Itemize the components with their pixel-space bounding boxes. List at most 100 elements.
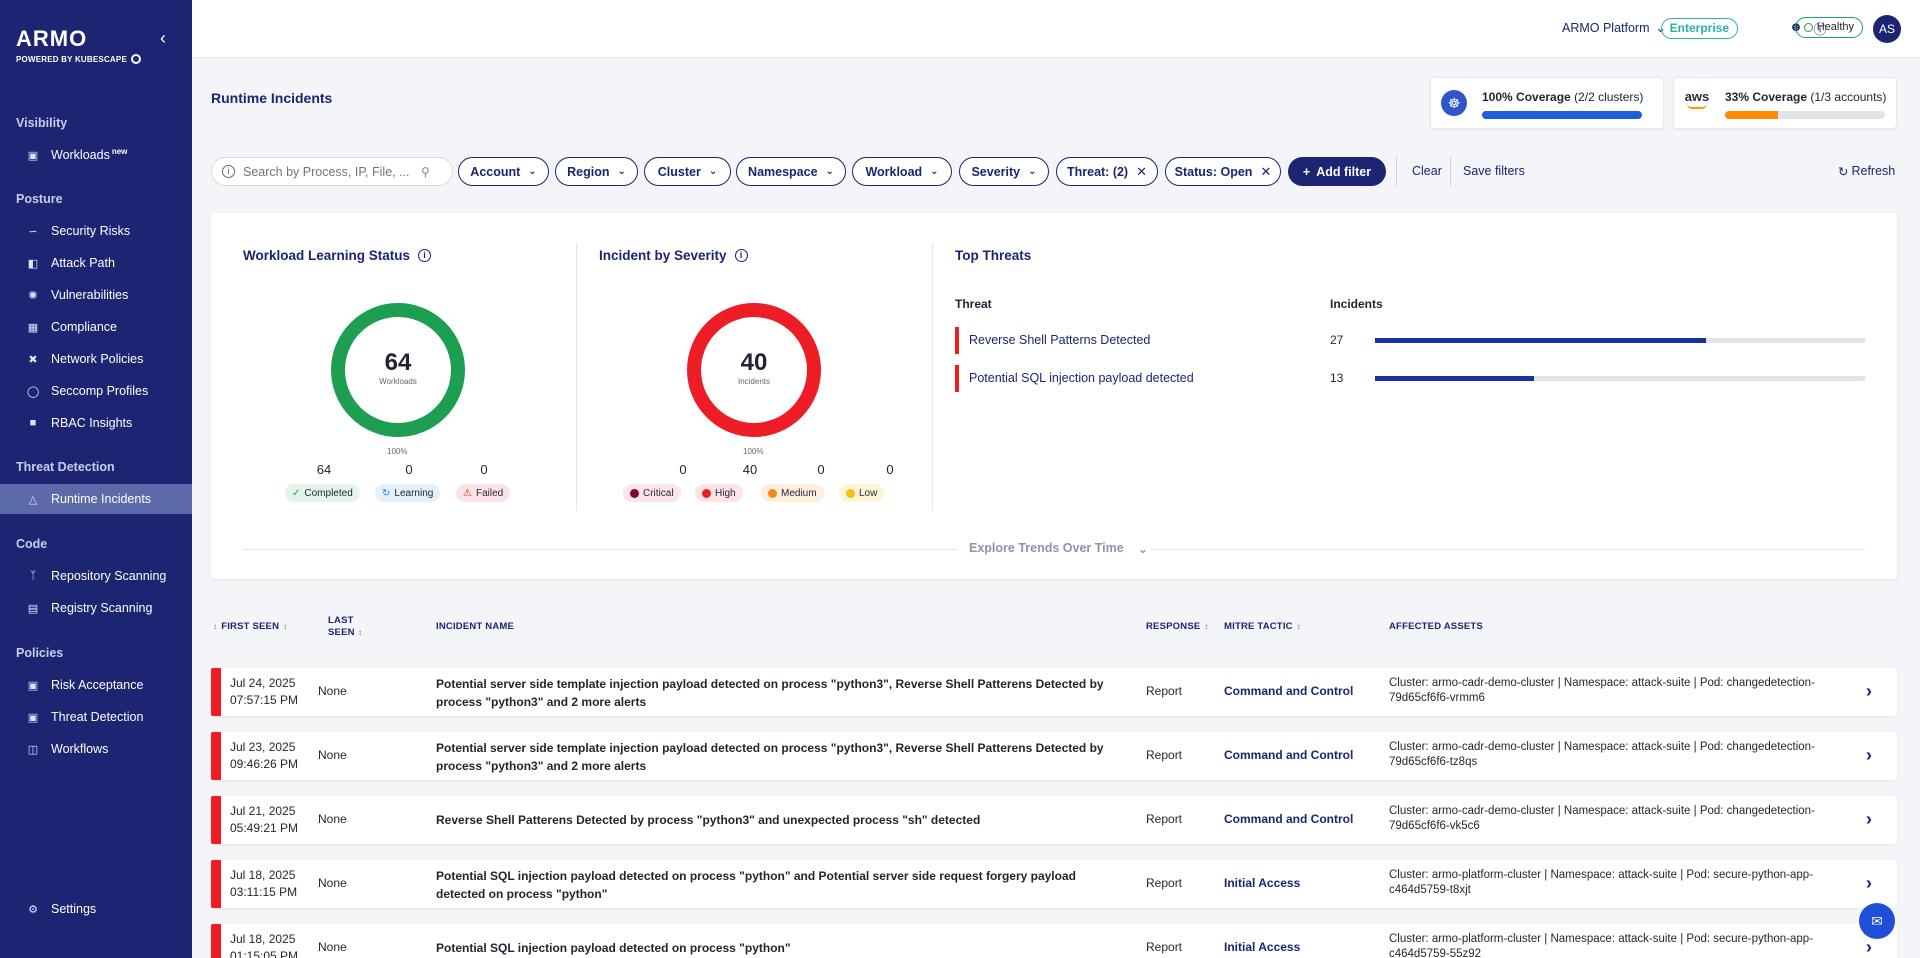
sidebar-item-runtime-incidents[interactable]: △ Runtime Incidents	[0, 484, 192, 514]
refresh-button[interactable]: ↻ Refresh	[1838, 164, 1895, 179]
sidebar-item-settings[interactable]: ⚙ Settings	[0, 894, 192, 924]
sidebar-item-workflows[interactable]: ◫ Workflows	[0, 734, 192, 764]
info-icon[interactable]: i	[734, 249, 748, 262]
incident-name[interactable]: Potential server side template injection…	[436, 675, 1116, 711]
filter-status-active[interactable]: Status: Open ✕	[1165, 157, 1281, 186]
plan-badge[interactable]: Enterprise	[1660, 18, 1738, 39]
chevron-right-icon[interactable]: ›	[1866, 937, 1872, 958]
mitre-tactic[interactable]: Initial Access	[1224, 940, 1300, 954]
filter-workload[interactable]: Workload ⌄	[852, 157, 952, 186]
sidebar-item-security-risks[interactable]: ∽ Security Risks	[0, 216, 192, 246]
incident-name[interactable]: Reverse Shell Patterens Detected by proc…	[436, 811, 1116, 829]
search-box[interactable]: i ⚲	[211, 157, 453, 186]
coverage-detail: (2/2 clusters)	[1574, 90, 1644, 104]
divider	[1396, 156, 1397, 186]
workloads-icon: ▣	[27, 149, 39, 162]
add-filter-button[interactable]: + Add filter	[1288, 157, 1386, 186]
sidebar-item-compliance[interactable]: ▦ Compliance	[0, 312, 192, 342]
incident-name[interactable]: Potential SQL injection payload detected…	[436, 939, 1116, 957]
chevron-right-icon[interactable]: ›	[1866, 873, 1872, 894]
threat-name[interactable]: Reverse Shell Patterns Detected	[969, 333, 1150, 347]
column-header-last-seen[interactable]: LAST SEEN ↕	[328, 615, 378, 639]
low-pill[interactable]: Low	[839, 484, 885, 502]
sidebar-item-threat-detection[interactable]: ▣ Threat Detection	[0, 702, 192, 732]
incident-name[interactable]: Potential server side template injection…	[436, 739, 1116, 775]
incident-name[interactable]: Potential SQL injection payload detected…	[436, 867, 1116, 903]
chevron-down-icon: ⌄	[1028, 166, 1037, 177]
chevron-right-icon[interactable]: ›	[1866, 745, 1872, 766]
filter-severity[interactable]: Severity ⌄	[959, 157, 1049, 186]
close-icon[interactable]: ✕	[1136, 164, 1147, 180]
info-icon[interactable]: i	[418, 249, 432, 262]
chevron-down-icon: ⌄	[528, 166, 537, 177]
top-threats-title: Top Threats	[955, 248, 1032, 263]
risk-icon: ▣	[27, 679, 39, 692]
sidebar-item-seccomp-profiles[interactable]: ◯ Seccomp Profiles	[0, 376, 192, 406]
chat-icon[interactable]: ✉	[1859, 903, 1895, 939]
column-header-affected-assets: AFFECTED ASSETS	[1389, 621, 1483, 632]
table-row[interactable]: Jul 23, 2025 09:46:26 PM None Potential s…	[211, 732, 1897, 780]
header-label: MITRE TACTIC	[1224, 621, 1293, 632]
sidebar-item-rbac-insights[interactable]: ■ RBAC Insights	[0, 408, 192, 438]
medium-pill[interactable]: Medium	[761, 484, 824, 502]
threat-column-header: Threat	[955, 297, 992, 311]
sidebar-item-attack-path[interactable]: ◧ Attack Path	[0, 248, 192, 278]
aws-coverage-card[interactable]: aws 33% Coverage (1/3 accounts)	[1673, 77, 1897, 129]
kubernetes-coverage-card[interactable]: ☸ 100% Coverage (2/2 clusters)	[1430, 77, 1664, 129]
sidebar-item-workloads[interactable]: ▣ Workloads new	[0, 140, 192, 170]
pill-label: Critical	[643, 487, 674, 499]
table-row[interactable]: Jul 18, 2025 01:15:05 PM None Potential S…	[211, 924, 1897, 958]
divider	[243, 549, 957, 550]
table-row[interactable]: Jul 21, 2025 05:49:21 PM None Reverse She…	[211, 796, 1897, 844]
sidebar-item-label: Seccomp Profiles	[51, 384, 149, 398]
explore-label: Explore Trends Over Time	[969, 541, 1124, 555]
close-icon[interactable]: ✕	[1260, 164, 1271, 180]
sidebar-item-network-policies[interactable]: ✖ Network Policies	[0, 344, 192, 374]
filter-region[interactable]: Region ⌄	[555, 157, 638, 186]
platform-selector[interactable]: ARMO Platform ⌄	[1562, 20, 1666, 36]
column-header-first-seen[interactable]: ↕ FIRST SEEN ↕	[213, 621, 287, 632]
threat-row[interactable]: Reverse Shell Patterns Detected 27	[955, 327, 1865, 354]
filter-cluster[interactable]: Cluster ⌄	[644, 157, 731, 186]
sidebar-item-registry-scanning[interactable]: ▤ Registry Scanning	[0, 593, 192, 623]
filter-label: Namespace	[748, 164, 818, 179]
table-row[interactable]: Jul 24, 2025 07:57:15 PM None Potential s…	[211, 668, 1897, 716]
chevron-right-icon[interactable]: ›	[1866, 681, 1872, 702]
sidebar-item-repository-scanning[interactable]: ᛉ Repository Scanning	[0, 561, 192, 591]
threat-row[interactable]: Potential SQL injection payload detected…	[955, 365, 1865, 392]
table-row[interactable]: Jul 18, 2025 03:11:15 PM None Potential S…	[211, 860, 1897, 908]
filter-account[interactable]: Account ⌄	[458, 157, 549, 186]
collapse-sidebar-chevron-icon[interactable]: ‹	[160, 28, 166, 49]
save-filters-link[interactable]: Save filters	[1463, 164, 1525, 178]
chevron-down-icon: ⌄	[825, 166, 834, 177]
failed-pill[interactable]: ⚠ Failed	[456, 484, 511, 502]
search-input[interactable]	[243, 164, 413, 179]
search-icon[interactable]: ⚲	[421, 165, 430, 179]
mitre-tactic[interactable]: Initial Access	[1224, 876, 1300, 890]
chevron-right-icon[interactable]: ›	[1866, 809, 1872, 830]
column-header-response[interactable]: RESPONSE ↕	[1146, 621, 1209, 632]
high-pill[interactable]: High	[695, 484, 743, 502]
learning-pill[interactable]: ↻ Learning	[375, 484, 441, 502]
first-seen-time: 07:57:15 PM	[230, 693, 299, 707]
sort-icon: ↕	[1296, 622, 1301, 631]
threat-name[interactable]: Potential SQL injection payload detected	[969, 371, 1194, 385]
sidebar-item-vulnerabilities[interactable]: ✺ Vulnerabilities	[0, 280, 192, 310]
critical-pill[interactable]: Critical	[623, 484, 681, 502]
armo-logo[interactable]: ARMO POWERED BY KUBESCAPE	[16, 26, 141, 64]
clear-filters-link[interactable]: Clear	[1412, 164, 1442, 178]
severity-flag	[211, 860, 221, 908]
filter-namespace[interactable]: Namespace ⌄	[736, 157, 846, 186]
mitre-tactic[interactable]: Command and Control	[1224, 748, 1353, 762]
user-avatar[interactable]: AS	[1873, 15, 1901, 43]
column-header-mitre-tactic[interactable]: MITRE TACTIC ↕	[1224, 621, 1301, 632]
mitre-tactic[interactable]: Command and Control	[1224, 812, 1353, 826]
explore-trends-toggle[interactable]: Explore Trends Over Time ⌄	[969, 541, 1148, 556]
info-icon[interactable]: i	[222, 165, 235, 178]
health-status-badge[interactable]: Healthy	[1794, 17, 1863, 38]
gear-icon: ⚙	[28, 903, 38, 916]
mitre-tactic[interactable]: Command and Control	[1224, 684, 1353, 698]
filter-threat-active[interactable]: Threat: (2) ✕	[1056, 157, 1158, 186]
sidebar-item-risk-acceptance[interactable]: ▣ Risk Acceptance	[0, 670, 192, 700]
completed-pill[interactable]: ✓ Completed	[285, 484, 360, 502]
